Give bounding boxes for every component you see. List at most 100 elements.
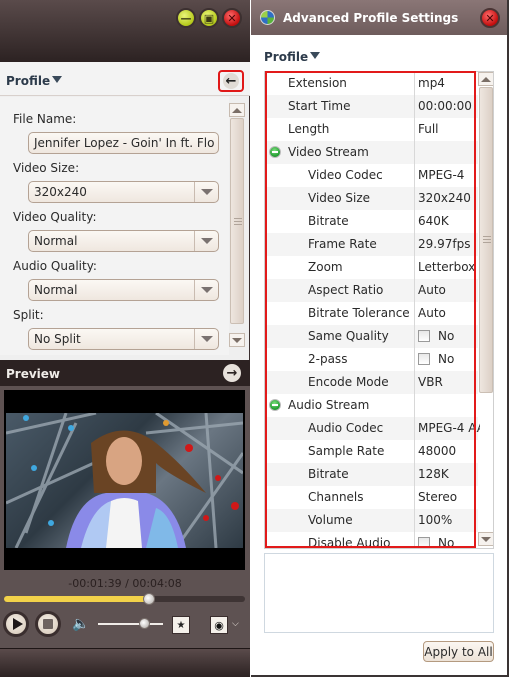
property-value[interactable]: No (418, 536, 480, 548)
volume-slider[interactable] (98, 618, 163, 629)
property-name: 2-pass (308, 352, 348, 366)
close-button[interactable]: ✕ (222, 8, 242, 28)
property-value[interactable]: 320x240 (418, 191, 480, 205)
property-value[interactable]: 640K (418, 214, 480, 228)
scrollbar-thumb[interactable] (230, 118, 244, 324)
property-grid-scrollbar[interactable] (478, 72, 493, 548)
property-value[interactable]: 00:00:00 (418, 99, 480, 113)
property-value[interactable]: No (418, 329, 480, 343)
snapshot-menu-toggle[interactable]: ⌵ (232, 619, 239, 629)
video-quality-value: Normal (34, 234, 78, 248)
scrollbar-thumb[interactable] (479, 87, 493, 393)
title-bar[interactable]: — ▣ ✕ (0, 0, 250, 62)
property-row[interactable]: Video Size 320x240 (265, 187, 478, 210)
property-value[interactable]: MPEG-4 (418, 168, 480, 182)
seek-bar[interactable] (4, 593, 245, 605)
checkbox[interactable] (418, 537, 430, 548)
property-value[interactable]: Auto (418, 283, 480, 297)
caret-down-icon (52, 76, 63, 83)
property-value[interactable]: Letterbox (418, 260, 480, 274)
property-name: Same Quality (308, 329, 389, 343)
checkbox[interactable] (418, 353, 430, 365)
effects-button[interactable]: ★ (172, 616, 190, 634)
property-value[interactable]: Full (418, 122, 480, 136)
chevron-down-icon[interactable] (194, 182, 218, 202)
property-row[interactable]: Extension mp4 (265, 72, 478, 95)
checkbox[interactable] (418, 330, 430, 342)
scroll-down-button[interactable] (478, 532, 493, 546)
scroll-up-button[interactable] (229, 103, 245, 117)
snapshot-button[interactable]: ◉ (210, 616, 228, 634)
property-value[interactable]: No (418, 352, 480, 366)
property-row[interactable]: Encode Mode VBR (265, 371, 478, 394)
video-size-value: 320x240 (34, 185, 87, 199)
video-size-select[interactable]: 320x240 (28, 181, 219, 203)
chevron-down-icon[interactable] (194, 280, 218, 300)
property-name: Sample Rate (308, 444, 385, 458)
property-value[interactable]: VBR (418, 375, 480, 389)
property-value[interactable]: MPEG-4 AAC (418, 421, 480, 435)
play-button[interactable] (3, 611, 29, 637)
form-scrollbar[interactable] (229, 103, 245, 349)
video-quality-label: Video Quality: (13, 210, 97, 224)
video-viewport[interactable] (4, 390, 245, 570)
property-value[interactable]: mp4 (418, 76, 480, 90)
property-group-row[interactable]: Video Stream (265, 141, 478, 164)
property-row[interactable]: Volume 100% (265, 509, 478, 532)
scroll-down-button[interactable] (229, 333, 245, 347)
split-select[interactable]: No Split (28, 328, 219, 350)
back-button[interactable]: ← (218, 70, 244, 92)
property-row[interactable]: Same Quality No (265, 325, 478, 348)
property-row[interactable]: Bitrate 128K (265, 463, 478, 486)
property-value[interactable]: 100% (418, 513, 480, 527)
property-value[interactable]: 128K (418, 467, 480, 481)
property-value[interactable]: Stereo (418, 490, 480, 504)
scroll-up-button[interactable] (478, 72, 493, 86)
property-row[interactable]: Channels Stereo (265, 486, 478, 509)
property-value[interactable]: 29.97fps (418, 237, 480, 251)
property-row[interactable]: 2-pass No (265, 348, 478, 371)
property-row[interactable]: Bitrate Tolerance Auto (265, 302, 478, 325)
chevron-down-icon[interactable] (194, 231, 218, 251)
property-row[interactable]: Video Codec MPEG-4 (265, 164, 478, 187)
maximize-button[interactable]: ▣ (199, 8, 219, 28)
property-row[interactable]: Start Time 00:00:00 (265, 95, 478, 118)
chevron-down-icon: ⌵ (232, 619, 239, 629)
property-name: Zoom (308, 260, 343, 274)
minimize-button[interactable]: — (176, 8, 196, 28)
close-button[interactable]: ✕ (480, 8, 500, 28)
property-value[interactable]: 48000 (418, 444, 480, 458)
preview-title: Preview (6, 367, 61, 381)
caret-down-icon (310, 52, 321, 59)
split-value: No Split (34, 332, 81, 346)
property-row[interactable]: Length Full (265, 118, 478, 141)
property-name: Audio Stream (288, 398, 370, 412)
file-name-input[interactable]: Jennifer Lopez - Goin' In ft. Flo Rid (28, 132, 219, 154)
property-row[interactable]: Disable Audio No (265, 532, 480, 548)
checkbox-label: No (438, 352, 455, 366)
video-quality-select[interactable]: Normal (28, 230, 219, 252)
property-row[interactable]: Bitrate 640K (265, 210, 478, 233)
stop-button[interactable] (35, 611, 61, 637)
audio-quality-select[interactable]: Normal (28, 279, 219, 301)
volume-icon[interactable]: 🔈 (72, 617, 89, 631)
chevron-down-icon[interactable] (194, 329, 218, 349)
profile-menu[interactable]: Profile (264, 50, 321, 64)
property-row[interactable]: Audio Codec MPEG-4 AAC (265, 417, 480, 440)
volume-slider-handle[interactable] (138, 618, 150, 629)
property-group-row[interactable]: Audio Stream (265, 394, 478, 417)
apply-to-all-button[interactable]: Apply to All (423, 641, 494, 662)
title-bar[interactable]: Advanced Profile Settings ✕ (251, 0, 507, 35)
seek-bar-handle[interactable] (142, 593, 155, 605)
property-row[interactable]: Aspect Ratio Auto (265, 279, 478, 302)
property-row[interactable]: Frame Rate 29.97fps (265, 233, 478, 256)
property-name: Encode Mode (308, 375, 389, 389)
profile-menu[interactable]: Profile (6, 74, 63, 88)
property-value[interactable]: Auto (418, 306, 480, 320)
property-row[interactable]: Sample Rate 48000 (265, 440, 478, 463)
property-row[interactable]: Zoom Letterbox (265, 256, 478, 279)
forward-button[interactable]: → (223, 364, 241, 382)
collapse-icon[interactable] (269, 146, 281, 158)
file-name-value: Jennifer Lopez - Goin' In ft. Flo Rid (34, 136, 219, 150)
collapse-icon[interactable] (269, 399, 281, 411)
